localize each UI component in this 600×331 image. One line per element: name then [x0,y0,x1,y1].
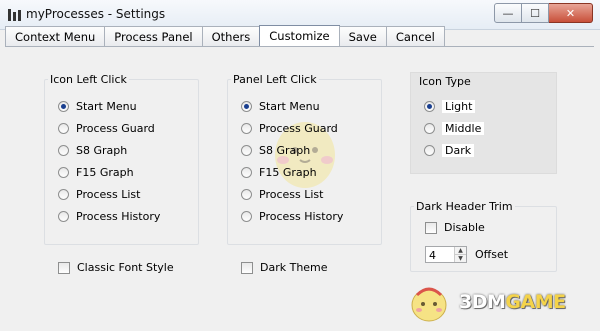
option-label: Process Guard [259,122,338,135]
offset-value[interactable]: 4 [429,249,436,262]
option-label: Process List [76,188,141,201]
radio-button[interactable] [424,145,435,156]
dark-theme-checkbox[interactable] [241,261,253,274]
option-label: Start Menu [259,100,320,113]
icon-left-click-option[interactable]: Process History [58,210,160,223]
window-controls: — ☐ ✕ [494,3,593,23]
tab-others[interactable]: Others [201,26,261,46]
close-button[interactable]: ✕ [549,3,593,23]
watermark-text-a: 3DM [459,291,506,313]
window-title: myProcesses - Settings [26,7,166,21]
app-icon [8,9,21,21]
radio-button[interactable] [241,123,252,134]
offset-label: Offset [475,248,509,261]
disable-checkbox[interactable] [425,221,437,234]
minimize-button[interactable]: — [494,3,522,23]
option-label: Dark [442,144,475,157]
panel-left-click-option[interactable]: Process List [241,188,323,201]
spin-up-icon[interactable]: ▲ [455,247,466,255]
option-label: S8 Graph [76,144,128,157]
panel-left-click-option[interactable]: Process Guard [241,122,338,135]
panel-left-click-option[interactable]: S8 Graph [241,144,310,157]
classic-font-style-label: Classic Font Style [77,261,174,274]
maximize-button[interactable]: ☐ [522,3,549,23]
radio-button[interactable] [58,145,69,156]
option-label: Start Menu [76,100,137,113]
radio-button[interactable] [424,123,435,134]
classic-font-style-row[interactable]: Classic Font Style [58,261,174,274]
icon-left-click-option[interactable]: S8 Graph [58,144,127,157]
option-label: F15 Graph [259,166,317,179]
disable-label: Disable [444,221,485,234]
radio-button[interactable] [58,167,69,178]
spinner-buttons: ▲ ▼ [454,247,466,262]
spin-down-icon[interactable]: ▼ [455,255,466,262]
radio-button[interactable] [424,101,435,112]
tab-save[interactable]: Save [338,26,387,46]
panel-left-click-option[interactable]: F15 Graph [241,166,317,179]
panel-left-click-title: Panel Left Click [233,73,317,86]
icon-type-option[interactable]: Middle [424,122,485,135]
minimize-icon: — [502,6,514,20]
icon-left-click-option[interactable]: F15 Graph [58,166,134,179]
option-label: Process List [259,188,324,201]
radio-button[interactable] [241,167,252,178]
option-label: S8 Graph [259,144,311,157]
radio-button[interactable] [241,101,252,112]
radio-button[interactable] [58,189,69,200]
dark-theme-label: Dark Theme [260,261,328,274]
dark-theme-row[interactable]: Dark Theme [241,261,328,274]
icon-left-click-option[interactable]: Start Menu [58,100,137,113]
radio-button[interactable] [241,211,252,222]
classic-font-style-checkbox[interactable] [58,261,70,274]
tab-cancel[interactable]: Cancel [385,26,445,46]
option-label: Process History [76,210,161,223]
radio-button[interactable] [58,211,69,222]
watermark-text-b: GAME [505,291,566,313]
watermark-mascot-icon [411,287,447,322]
panel-left-click-option[interactable]: Start Menu [241,100,320,113]
option-label: Light [442,100,476,113]
option-label: Middle [442,122,485,135]
option-label: Process Guard [76,122,155,135]
icon-type-option[interactable]: Light [424,100,476,113]
icon-left-click-option[interactable]: Process List [58,188,140,201]
panel-left-click-option[interactable]: Process History [241,210,343,223]
offset-spinner[interactable]: 4 ▲ ▼ [425,246,467,263]
icon-left-click-option[interactable]: Process Guard [58,122,155,135]
icon-type-title: Icon Type [419,75,471,88]
option-label: F15 Graph [76,166,134,179]
close-icon: ✕ [565,6,576,20]
radio-button[interactable] [58,101,69,112]
icon-left-click-title: Icon Left Click [50,73,127,86]
radio-button[interactable] [241,145,252,156]
tab-customize[interactable]: Customize [259,25,340,46]
watermark-text: 3DMGAME [459,291,566,313]
radio-button[interactable] [241,189,252,200]
icon-type-option[interactable]: Dark [424,144,475,157]
dark-header-trim-title: Dark Header Trim [416,200,513,213]
disable-checkbox-row[interactable]: Disable [425,221,485,234]
tab-bar: Context Menu Process Panel Others Custom… [5,25,445,46]
tab-process-panel[interactable]: Process Panel [104,26,203,46]
tab-context-menu[interactable]: Context Menu [5,26,106,46]
option-label: Process History [259,210,344,223]
radio-button[interactable] [58,123,69,134]
maximize-icon: ☐ [530,6,540,20]
